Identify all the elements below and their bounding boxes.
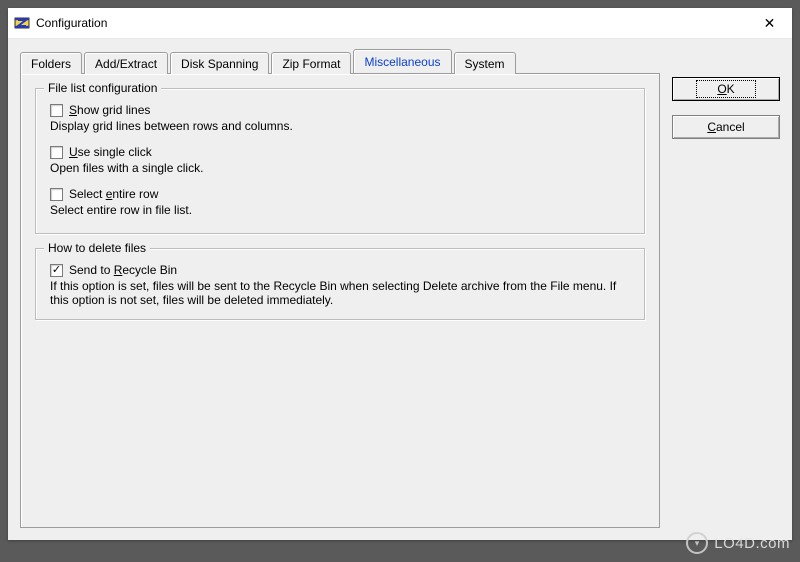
tabstrip: Folders Add/Extract Disk Spanning Zip Fo… — [20, 49, 660, 73]
tab-miscellaneous[interactable]: Miscellaneous — [353, 49, 451, 73]
cancel-button[interactable]: Cancel — [672, 115, 780, 139]
window-title: Configuration — [36, 16, 747, 30]
tabpanel-miscellaneous: File list configuration Show grid lines … — [20, 73, 660, 528]
button-label: OK — [696, 80, 755, 98]
titlebar: Configuration ✕ — [8, 8, 792, 39]
tab-label: Add/Extract — [95, 57, 157, 71]
checkbox-use-single-click[interactable] — [50, 146, 63, 159]
tab-system[interactable]: System — [454, 52, 516, 74]
tab-folders[interactable]: Folders — [20, 52, 82, 74]
watermark-text: LO4D.com — [714, 535, 790, 552]
tab-zip-format[interactable]: Zip Format — [271, 52, 351, 74]
checkbox-label: Show grid lines — [69, 103, 150, 117]
checkmark-icon: ✓ — [52, 265, 61, 276]
checkbox-label: Select entire row — [69, 187, 158, 201]
button-label: Cancel — [707, 120, 744, 134]
description-text: Select entire row in file list. — [50, 203, 630, 217]
tab-disk-spanning[interactable]: Disk Spanning — [170, 52, 269, 74]
close-button[interactable]: ✕ — [747, 9, 792, 37]
group-legend: How to delete files — [44, 241, 150, 255]
checkbox-label: Use single click — [69, 145, 152, 159]
group-file-list: File list configuration Show grid lines … — [35, 88, 645, 234]
tab-label: System — [465, 57, 505, 71]
tab-add-extract[interactable]: Add/Extract — [84, 52, 168, 74]
description-text: If this option is set, files will be sen… — [50, 279, 630, 307]
ok-button[interactable]: OK — [672, 77, 780, 101]
group-legend: File list configuration — [44, 81, 161, 95]
group-how-to-delete: How to delete files ✓ Send to Recycle Bi… — [35, 248, 645, 320]
checkbox-show-grid-lines[interactable] — [50, 104, 63, 117]
tab-label: Zip Format — [282, 57, 340, 71]
checkbox-send-to-recycle-bin[interactable]: ✓ — [50, 264, 63, 277]
close-icon: ✕ — [764, 15, 776, 31]
tab-label: Miscellaneous — [364, 55, 440, 69]
config-window: Configuration ✕ Folders Add/Extract Disk… — [8, 8, 792, 540]
checkbox-select-entire-row[interactable] — [50, 188, 63, 201]
download-icon: ▾ — [686, 532, 708, 554]
tab-label: Disk Spanning — [181, 57, 258, 71]
tab-label: Folders — [31, 57, 71, 71]
description-text: Display grid lines between rows and colu… — [50, 119, 630, 133]
app-icon — [14, 15, 30, 31]
checkbox-label: Send to Recycle Bin — [69, 263, 177, 277]
watermark: ▾ LO4D.com — [686, 532, 790, 554]
description-text: Open files with a single click. — [50, 161, 630, 175]
